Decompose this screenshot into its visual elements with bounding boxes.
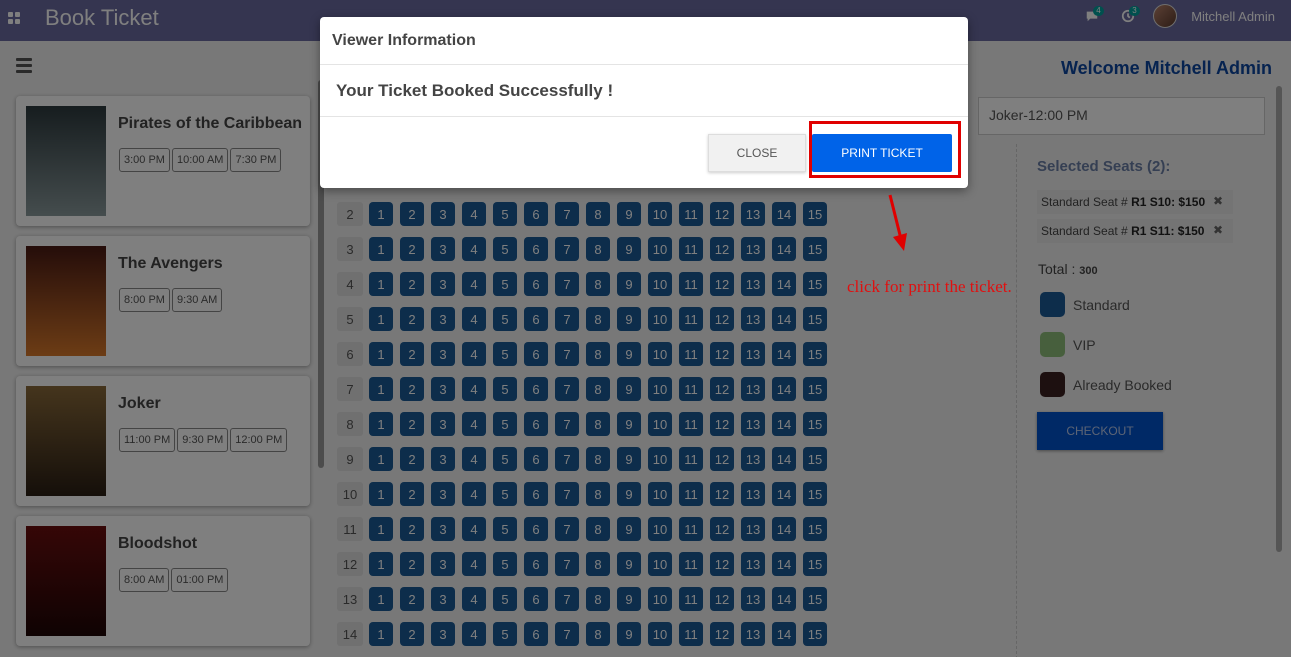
annotation-text: click for print the ticket. bbox=[847, 277, 1012, 296]
highlight-box bbox=[809, 121, 961, 178]
modal-message: Your Ticket Booked Successfully ! bbox=[320, 65, 968, 117]
modal-title: Viewer Information bbox=[320, 17, 968, 65]
close-button[interactable]: CLOSE bbox=[708, 134, 806, 172]
annotation-arrow-icon bbox=[888, 194, 907, 251]
